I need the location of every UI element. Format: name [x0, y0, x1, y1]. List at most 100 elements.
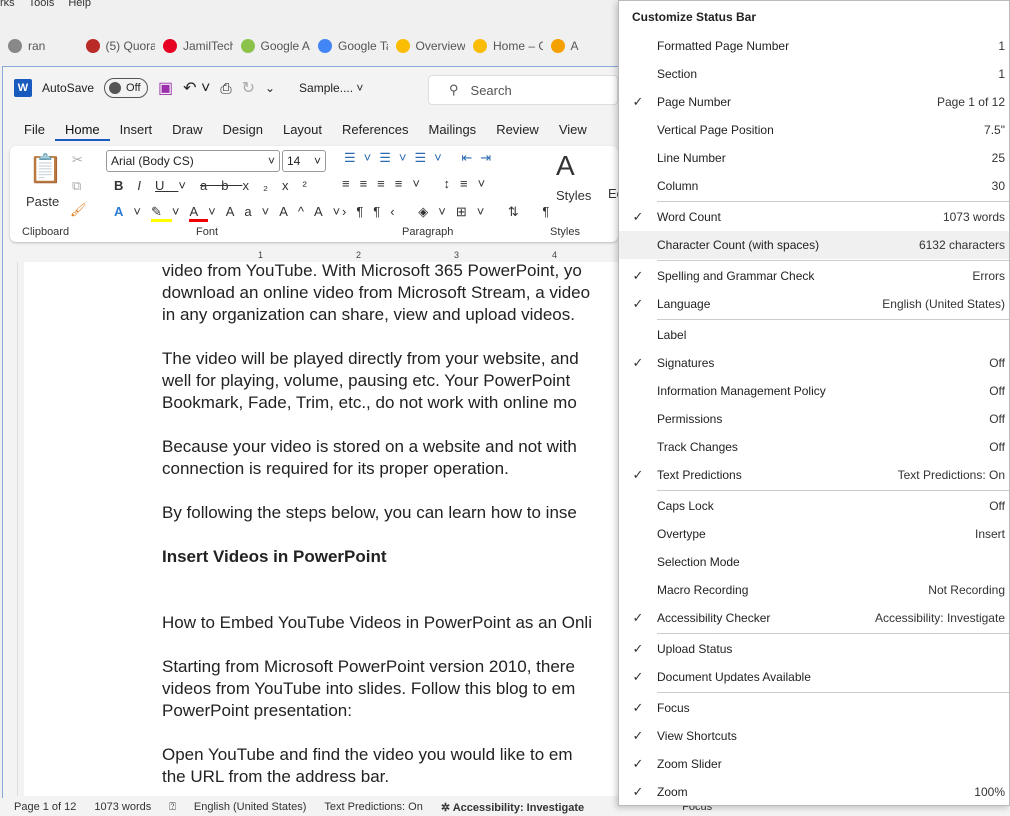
status-text-predictions[interactable]: Text Predictions: On [324, 801, 422, 813]
menu-item-page-number[interactable]: ✓ Page Number Page 1 of 12 [619, 88, 1009, 116]
tab-home[interactable]: Home [54, 120, 110, 141]
horizontal-ruler[interactable]: 1 2 3 4 [120, 250, 618, 262]
menu-item-spelling-and-grammar-check[interactable]: ✓ Spelling and Grammar Check Errors [619, 262, 1009, 290]
menu-item-vertical-page-position[interactable]: Vertical Page Position 7.5" [619, 116, 1009, 144]
list-buttons[interactable]: ☰˅☰˅☰˅ ⇤⇥ [344, 150, 499, 166]
menu-item-zoom[interactable]: ✓ Zoom 100% [619, 778, 1009, 806]
favicon-icon [473, 39, 487, 53]
menu-item-text-predictions[interactable]: ✓ Text Predictions Text Predictions: On [619, 461, 1009, 489]
menu-item-accessibility-checker[interactable]: ✓ Accessibility Checker Accessibility: Inv… [619, 604, 1009, 632]
tab-insert[interactable]: Insert [110, 120, 163, 141]
menu-item-label: Overtype [657, 527, 706, 541]
paragraph-buttons[interactable]: ›¶¶‹ ◈˅⊞˅ ⇅ ¶ [342, 204, 559, 220]
status-page-number[interactable]: Page 1 of 12 [14, 801, 76, 813]
menu-item-section[interactable]: Section 1 [619, 60, 1009, 88]
menu-tools[interactable]: Tools [29, 0, 55, 9]
font-color-buttons[interactable]: A˅✎˅A˅Aa˅A^A˅ [114, 204, 350, 222]
menu-item-language[interactable]: ✓ Language English (United States) [619, 290, 1009, 318]
checkmark-icon: ✓ [632, 728, 644, 743]
menu-item-label[interactable]: Label [619, 321, 1009, 349]
menu-item-signatures[interactable]: ✓ Signatures Off [619, 349, 1009, 377]
cut-icon[interactable]: ✂ [72, 152, 83, 168]
menu-item-value: Off [989, 384, 1005, 398]
menu-item-value: Off [989, 499, 1005, 513]
tab-file[interactable]: File [14, 120, 55, 141]
checkmark-icon: ✓ [632, 355, 644, 370]
checkmark-icon: ✓ [632, 700, 644, 715]
menu-item-label: Zoom Slider [657, 757, 722, 771]
checkmark-icon: ✓ [632, 268, 644, 283]
menu-item-word-count[interactable]: ✓ Word Count 1073 words [619, 203, 1009, 231]
styles-button[interactable]: Styles [556, 188, 591, 203]
menu-item-upload-status[interactable]: ✓ Upload Status [619, 635, 1009, 663]
font-size-select[interactable]: 14 ˅ [282, 150, 326, 172]
undo-icon[interactable]: ↶ ˅ [183, 78, 210, 98]
menu-item-document-updates-available[interactable]: ✓ Document Updates Available [619, 663, 1009, 691]
paste-icon[interactable]: 📋 [28, 152, 63, 185]
browser-tab[interactable]: Home – G [465, 39, 543, 53]
menu-help[interactable]: Help [68, 0, 91, 9]
browser-tab[interactable]: Overview [388, 39, 465, 53]
print-preview-icon[interactable]: ⎙ [220, 80, 231, 97]
menu-item-zoom-slider[interactable]: ✓ Zoom Slider [619, 750, 1009, 778]
format-painter-icon[interactable]: 🖌 [70, 202, 87, 218]
menu-item-character-count-with-spaces[interactable]: Character Count (with spaces) 6132 charac… [619, 231, 1009, 259]
font-name-select[interactable]: Arial (Body CS) ˅ [106, 150, 280, 172]
proofing-icon[interactable]: ⍰ [169, 801, 176, 814]
menu-item-focus[interactable]: ✓ Focus [619, 694, 1009, 722]
tab-label: JamilTech [183, 39, 233, 53]
menu-separator [657, 201, 1009, 202]
tab-layout[interactable]: Layout [273, 120, 332, 141]
browser-tab[interactable]: A [543, 39, 621, 53]
checkmark-icon: ✓ [632, 756, 644, 771]
status-language[interactable]: English (United States) [194, 801, 307, 813]
menu-item-line-number[interactable]: Line Number 25 [619, 144, 1009, 172]
menu-item-track-changes[interactable]: Track Changes Off [619, 433, 1009, 461]
status-word-count[interactable]: 1073 words [94, 801, 151, 813]
menu-separator [657, 319, 1009, 320]
menu-item-permissions[interactable]: Permissions Off [619, 405, 1009, 433]
menu-item-selection-mode[interactable]: Selection Mode [619, 548, 1009, 576]
paste-button[interactable]: Paste [26, 194, 59, 209]
menu-item-value: 1 [998, 67, 1005, 81]
checkmark-icon: ✓ [632, 784, 644, 799]
search-box[interactable]: ⚲ Search [428, 75, 618, 105]
browser-tab[interactable]: (5) Quora [78, 39, 155, 53]
menu-bookmarks[interactable]: rks [0, 0, 15, 9]
menu-item-caps-lock[interactable]: Caps Lock Off [619, 492, 1009, 520]
menu-item-column[interactable]: Column 30 [619, 172, 1009, 200]
document-text[interactable]: video from YouTube. With Microsoft 365 P… [162, 262, 618, 810]
tab-references[interactable]: References [332, 120, 418, 141]
save-icon[interactable]: ▣ [158, 78, 173, 98]
status-accessibility[interactable]: ✲ Accessibility: Investigate [441, 801, 584, 814]
browser-tab[interactable]: Google Ads [233, 39, 310, 53]
styles-icon[interactable]: A [556, 150, 575, 182]
menu-item-label: Column [657, 179, 699, 193]
menu-item-view-shortcuts[interactable]: ✓ View Shortcuts [619, 722, 1009, 750]
favicon-icon [85, 39, 100, 53]
autosave-toggle[interactable]: Off [104, 78, 149, 98]
menu-item-overtype[interactable]: Overtype Insert [619, 520, 1009, 548]
tab-design[interactable]: Design [213, 120, 273, 141]
copy-icon[interactable]: ⧉ [72, 178, 81, 194]
menu-item-macro-recording[interactable]: Macro Recording Not Recording [619, 576, 1009, 604]
menu-item-formatted-page-number[interactable]: Formatted Page Number 1 [619, 32, 1009, 60]
menu-item-label: Selection Mode [657, 555, 740, 569]
tab-review[interactable]: Review [486, 120, 549, 141]
tab-view[interactable]: View [549, 120, 597, 141]
favicon-icon [318, 39, 332, 53]
menu-item-information-management-policy[interactable]: Information Management Policy Off [619, 377, 1009, 405]
browser-tab[interactable]: ran [0, 39, 78, 53]
browser-tab[interactable]: Google Tag [310, 39, 388, 53]
customize-qat-icon[interactable]: ⌄ [265, 81, 275, 95]
ruler-mark: 2 [356, 250, 362, 260]
document-name[interactable]: Sample.... ˅ [299, 81, 363, 95]
text-line: connection is required for its proper op… [162, 459, 509, 478]
font-format-buttons[interactable]: BIU˅abx₂x² [114, 178, 321, 193]
group-font: Font [196, 226, 219, 238]
alignment-buttons[interactable]: ≡≡≡≡˅ ↕≡˅ [342, 176, 495, 191]
browser-tab[interactable]: JamilTech [155, 39, 233, 53]
tab-draw[interactable]: Draw [162, 120, 212, 141]
redo-icon[interactable]: ↻ [242, 78, 255, 98]
tab-mailings[interactable]: Mailings [419, 120, 487, 141]
